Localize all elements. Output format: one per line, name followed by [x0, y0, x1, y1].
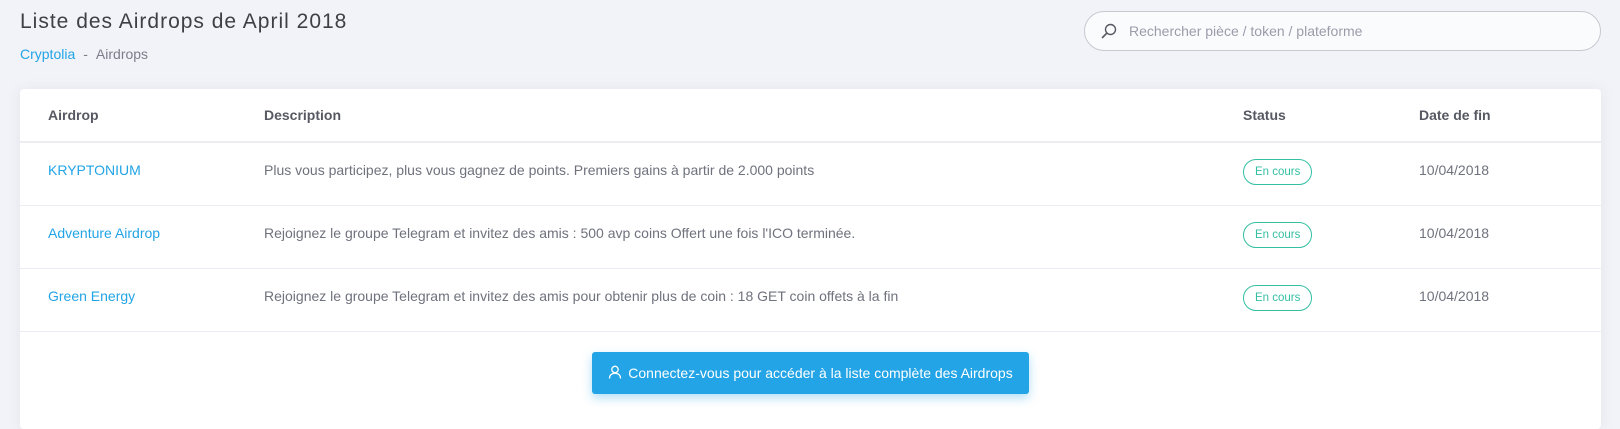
table-row: Green Energy Rejoignez le groupe Telegra…: [20, 269, 1601, 332]
login-button[interactable]: Connectez-vous pour accéder à la liste c…: [592, 352, 1029, 394]
column-header-airdrop: Airdrop: [48, 107, 99, 123]
airdrop-link[interactable]: KRYPTONIUM: [20, 162, 264, 178]
column-header-status: Status: [1243, 107, 1286, 123]
breadcrumb: Cryptolia - Airdrops: [20, 46, 347, 62]
page-title: Liste des Airdrops de April 2018: [20, 10, 348, 33]
airdrop-description: Plus vous participez, plus vous gagnez d…: [264, 162, 815, 178]
end-date: 10/04/2018: [1419, 288, 1490, 304]
search-box[interactable]: [1084, 11, 1601, 51]
login-cta: Connectez-vous pour accéder à la liste c…: [20, 332, 1601, 394]
table-header: Airdrop Description Status Date de fin: [20, 89, 1601, 143]
airdrop-link[interactable]: Green Energy: [20, 288, 264, 304]
column-header-end-date: Date de fin: [1419, 107, 1491, 123]
breadcrumb-current: Airdrops: [95, 46, 149, 62]
airdrops-card: Airdrop Description Status Date de fin K…: [20, 89, 1601, 429]
page-header: Liste des Airdrops de April 2018 Cryptol…: [20, 10, 347, 62]
search-input[interactable]: [1129, 23, 1600, 39]
breadcrumb-home-link[interactable]: Cryptolia: [20, 46, 75, 62]
status-badge: En cours: [1243, 222, 1313, 248]
airdrop-link[interactable]: Adventure Airdrop: [20, 225, 264, 241]
login-button-label: Connectez-vous pour accéder à la liste c…: [628, 365, 1013, 381]
end-date: 10/04/2018: [1419, 162, 1490, 178]
table-row: Adventure Airdrop Rejoignez le groupe Te…: [20, 206, 1601, 269]
table-row: KRYPTONIUM Plus vous participez, plus vo…: [20, 143, 1601, 206]
column-header-description: Description: [264, 107, 342, 123]
end-date: 10/04/2018: [1419, 225, 1490, 241]
user-icon: [608, 365, 622, 382]
search-icon[interactable]: [1089, 23, 1129, 39]
status-badge: En cours: [1243, 285, 1313, 311]
breadcrumb-separator: -: [83, 46, 88, 62]
airdrop-description: Rejoignez le groupe Telegram et invitez …: [264, 288, 899, 304]
status-badge: En cours: [1243, 159, 1313, 185]
airdrop-description: Rejoignez le groupe Telegram et invitez …: [264, 225, 856, 241]
